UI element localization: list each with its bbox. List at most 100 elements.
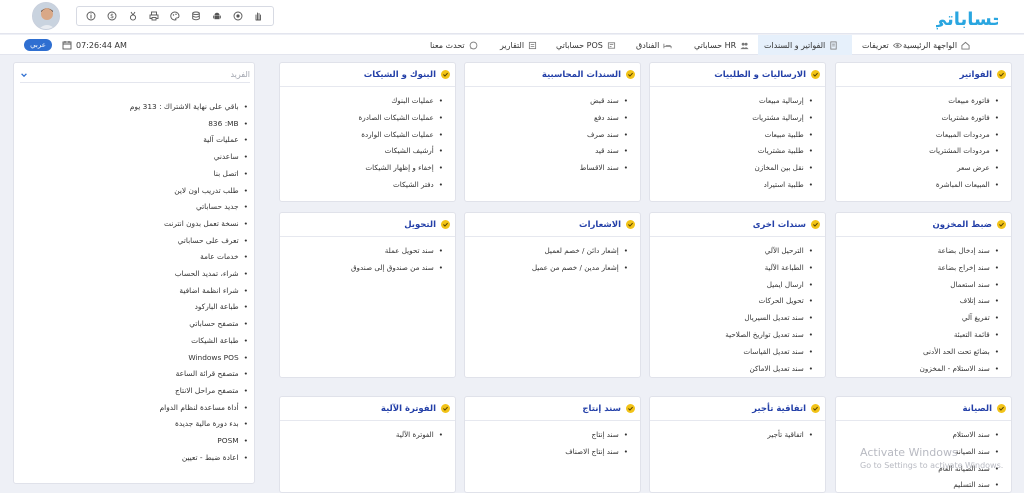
- android-icon[interactable]: [211, 10, 223, 22]
- card-title[interactable]: الارساليات و الطلبيات: [714, 70, 806, 80]
- sidebar-search[interactable]: الفريد: [20, 67, 250, 83]
- card-link[interactable]: إرسالية مشتريات: [650, 110, 813, 127]
- card-link[interactable]: سند الصيانة: [836, 444, 999, 461]
- tab-invoices-vouchers[interactable]: الفواتير و السندات: [758, 35, 852, 55]
- sidebar-item[interactable]: POSM: [130, 433, 248, 450]
- money-icon[interactable]: $: [106, 10, 118, 22]
- sidebar-item[interactable]: Windows POS: [130, 350, 248, 367]
- card-link[interactable]: تحويل الحركات: [650, 293, 813, 310]
- palette-icon[interactable]: [169, 10, 181, 22]
- user-avatar[interactable]: [32, 2, 60, 30]
- card-link[interactable]: سند إخراج بضاعة: [836, 260, 999, 277]
- card-link[interactable]: تفريغ آلي: [836, 310, 999, 327]
- card-link[interactable]: سند تعديل الاماكن: [650, 361, 813, 378]
- card-link[interactable]: سند قيد: [465, 143, 628, 160]
- card-link[interactable]: إشعار مدين / خصم من عميل: [465, 260, 628, 277]
- sidebar-item[interactable]: متصفح قرائة الساعة: [130, 366, 248, 383]
- sidebar-item[interactable]: طباعة الباركود: [130, 299, 248, 316]
- card-link[interactable]: إرسالية مبيعات: [650, 93, 813, 110]
- card-link[interactable]: ارسال ايميل: [650, 277, 813, 294]
- sidebar-item[interactable]: بدء دورة مالية جديدة: [130, 416, 248, 433]
- card-link[interactable]: سند تحويل عملة: [280, 243, 443, 260]
- card-title[interactable]: التحويل: [404, 220, 436, 230]
- hand-icon[interactable]: [252, 10, 264, 22]
- card-title[interactable]: اتفاقية تأجير: [752, 404, 806, 414]
- card-link[interactable]: مردودات المبيعات: [836, 127, 999, 144]
- card-link[interactable]: سند الاستلام - المخزون: [836, 361, 999, 378]
- sidebar-item[interactable]: اتصل بنا: [130, 166, 248, 183]
- sidebar-item[interactable]: عمليات آلية: [130, 132, 248, 149]
- card-link[interactable]: دفتر الشيكات: [280, 177, 443, 194]
- card-link[interactable]: الترحيل الآلي: [650, 243, 813, 260]
- card-link[interactable]: سند الاستلام: [836, 427, 999, 444]
- printer-icon[interactable]: [148, 10, 160, 22]
- card-title[interactable]: السندات المحاسبية: [542, 70, 621, 80]
- card-link[interactable]: فاتورة مشتريات: [836, 110, 999, 127]
- card-link[interactable]: سند إتلاف: [836, 293, 999, 310]
- tab-chat[interactable]: تحدث معنا: [430, 35, 478, 55]
- card-link[interactable]: سند تعديل السيريال: [650, 310, 813, 327]
- sidebar-item[interactable]: شراء انظمة اضافية: [130, 283, 248, 300]
- card-link[interactable]: المبيعات المباشرة: [836, 177, 999, 194]
- card-link[interactable]: سند التسليم: [836, 477, 999, 493]
- card-link[interactable]: طلبية استيراد: [650, 177, 813, 194]
- sidebar-item[interactable]: خدمات عامة: [130, 249, 248, 266]
- card-link[interactable]: طلبية مبيعات: [650, 127, 813, 144]
- card-link[interactable]: الفوترة الآلية: [280, 427, 443, 444]
- card-link[interactable]: إشعار دائن / خصم لعميل: [465, 243, 628, 260]
- card-link[interactable]: سند الصيانة العام: [836, 461, 999, 478]
- card-title[interactable]: الفواتير: [960, 70, 992, 80]
- card-link[interactable]: عمليات الشيكات الصادرة: [280, 110, 443, 127]
- card-link[interactable]: سند دفع: [465, 110, 628, 127]
- tab-hotels[interactable]: الفنادق: [636, 35, 672, 55]
- tab-pos[interactable]: حساباتي POS: [556, 35, 616, 55]
- sidebar-item[interactable]: تعرف على حساباتي: [130, 233, 248, 250]
- record-icon[interactable]: [232, 10, 244, 22]
- card-link[interactable]: عمليات البنوك: [280, 93, 443, 110]
- card-link[interactable]: سند تعديل القياسات: [650, 344, 813, 361]
- card-link[interactable]: الطباعة الآلية: [650, 260, 813, 277]
- sidebar-item[interactable]: جديد حساباتي: [130, 199, 248, 216]
- sidebar-item[interactable]: نسخة تعمل بدون انترنت: [130, 216, 248, 233]
- language-button[interactable]: عربي: [24, 39, 52, 51]
- database-icon[interactable]: [190, 10, 202, 22]
- card-link[interactable]: عمليات الشيكات الواردة: [280, 127, 443, 144]
- card-title[interactable]: ضبط المخزون: [933, 220, 993, 230]
- card-link[interactable]: سند استعمال: [836, 277, 999, 294]
- sidebar-item[interactable]: أداة مساعدة لنظام الدوام: [130, 400, 248, 417]
- tab-definitions[interactable]: تعريفات: [862, 35, 902, 55]
- card-title[interactable]: الفوترة الآلية: [381, 404, 436, 414]
- sidebar-item[interactable]: طلب تدريب اون لاين: [130, 183, 248, 200]
- card-link[interactable]: سند إنتاج: [465, 427, 628, 444]
- sidebar-item[interactable]: متصفح مراحل الانتاج: [130, 383, 248, 400]
- sidebar-item[interactable]: شراء، تمديد الحساب: [130, 266, 248, 283]
- card-link[interactable]: سند من صندوق إلى صندوق: [280, 260, 443, 277]
- chevron-down-icon[interactable]: [20, 71, 28, 79]
- card-link[interactable]: نقل بين المخازن: [650, 160, 813, 177]
- card-link[interactable]: اتفاقية تأجير: [650, 427, 813, 444]
- card-title[interactable]: الصيانة: [963, 404, 993, 414]
- card-link[interactable]: مردودات المشتريات: [836, 143, 999, 160]
- card-title[interactable]: سند إنتاج: [582, 404, 621, 414]
- card-link[interactable]: طلبية مشتريات: [650, 143, 813, 160]
- card-link[interactable]: سند قبض: [465, 93, 628, 110]
- card-link[interactable]: عرض سعر: [836, 160, 999, 177]
- card-link[interactable]: بضائع تحت الحد الأدنى: [836, 344, 999, 361]
- card-link[interactable]: سند إنتاج الاصناف: [465, 444, 628, 461]
- card-title[interactable]: سندات اخرى: [753, 220, 806, 230]
- sidebar-item[interactable]: ساعدني: [130, 149, 248, 166]
- app-logo[interactable]: حساباتي: [929, 1, 1006, 33]
- tab-home[interactable]: الواجهة الرئيسية: [903, 35, 970, 55]
- sidebar-item[interactable]: اعادة ضبط - تعيين: [130, 450, 248, 467]
- medal-icon[interactable]: [127, 10, 139, 22]
- card-link[interactable]: سند صرف: [465, 127, 628, 144]
- info-icon[interactable]: [85, 10, 97, 22]
- sidebar-item[interactable]: طباعة الشيكات: [130, 333, 248, 350]
- tab-hr[interactable]: حساباتي HR: [694, 35, 749, 55]
- card-link[interactable]: أرشيف الشيكات: [280, 143, 443, 160]
- card-link[interactable]: سند تعديل تواريخ الصلاحية: [650, 327, 813, 344]
- tab-reports[interactable]: التقارير: [500, 35, 537, 55]
- card-link[interactable]: سند الاقساط: [465, 160, 628, 177]
- sidebar-item[interactable]: متصفح حساباتي: [130, 316, 248, 333]
- card-link[interactable]: سند إدخال بضاعة: [836, 243, 999, 260]
